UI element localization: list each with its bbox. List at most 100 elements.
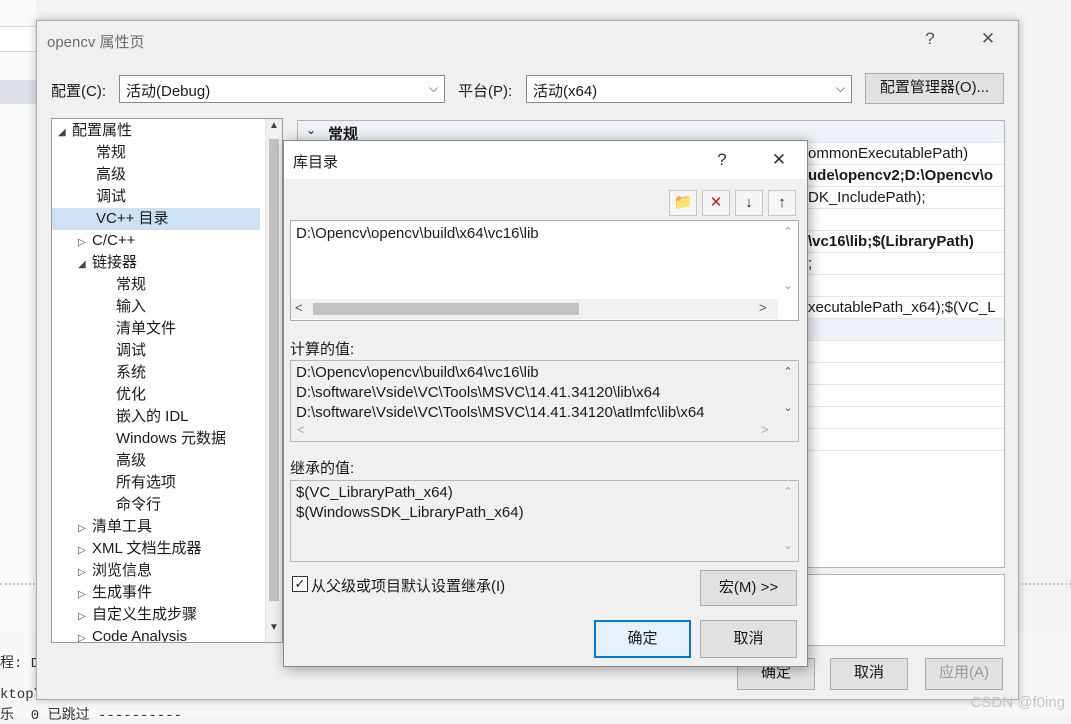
ok-button[interactable]: 确定	[594, 620, 691, 658]
tree-item[interactable]: ▷ C/C++	[52, 230, 264, 252]
expand-icon[interactable]: ▷	[78, 584, 92, 606]
property-tree[interactable]: ◢ 配置属性 常规 高级 调试 VC++ 目录 ▷ C/C++ ◢ 链接器 常规 输入 清单文件 调试 系统…	[51, 118, 283, 643]
inherit-checkbox[interactable]: ✓	[292, 576, 308, 592]
move-down-icon[interactable]: ↓	[735, 190, 763, 216]
tree-item[interactable]: ▷ XML 文档生成器	[52, 538, 264, 560]
scroll-right-icon[interactable]: >	[761, 422, 769, 437]
scroll-up-icon[interactable]: ▲	[269, 120, 279, 131]
close-icon[interactable]: ✕	[973, 29, 1003, 49]
chevron-down-icon: ⌵	[835, 81, 845, 95]
tree-item[interactable]: ▷ Code Analysis	[52, 626, 264, 643]
tree-item[interactable]: 调试	[52, 186, 264, 208]
scroll-thumb[interactable]	[313, 303, 579, 315]
delete-icon[interactable]: ✕	[702, 190, 730, 216]
tree-item[interactable]: 高级	[52, 164, 264, 186]
scroll-down-icon[interactable]: ⌄	[778, 401, 798, 414]
scroll-right-icon[interactable]: >	[759, 300, 767, 315]
inherited-value: $(WindowsSDK_LibraryPath_x64)	[296, 504, 524, 521]
scroll-left-icon[interactable]: <	[297, 422, 305, 437]
tree-item-label: Windows 元数据	[116, 430, 227, 447]
grid-value: ;	[808, 255, 813, 272]
tree-item[interactable]: 调试	[52, 340, 264, 362]
tree-item[interactable]: ▷ 浏览信息	[52, 560, 264, 582]
ide-input-strip	[0, 26, 36, 52]
tree-item-label: 调试	[116, 342, 147, 359]
expand-icon[interactable]: ▷	[78, 562, 92, 584]
collapse-icon[interactable]: ◢	[58, 122, 72, 144]
help-button[interactable]: ?	[915, 29, 945, 49]
inherited-values-label: 继承的值:	[290, 460, 355, 477]
scroll-up-icon[interactable]: ⌃	[778, 225, 798, 238]
tree-item[interactable]: 所有选项	[52, 472, 264, 494]
tree-item[interactable]: ▷ 清单工具	[52, 516, 264, 538]
directory-edit-list[interactable]: D:\Opencv\opencv\build\x64\vc16\lib ⌃ ⌄ …	[290, 220, 799, 321]
config-dropdown[interactable]: 活动(Debug) ⌵	[119, 75, 445, 103]
tree-item[interactable]: 常规	[52, 274, 264, 296]
scroll-up-icon[interactable]: ⌃	[778, 485, 798, 498]
tree-item[interactable]: 常规	[52, 142, 264, 164]
cancel-button[interactable]: 取消	[700, 620, 797, 658]
ide-background	[0, 0, 36, 717]
collapse-icon[interactable]: ◢	[78, 254, 92, 276]
tree-item-label: 配置属性	[72, 122, 133, 139]
tree-item-label: 常规	[116, 276, 147, 293]
horizontal-scrollbar[interactable]: < >	[291, 299, 778, 319]
tree-item[interactable]: ▷ 生成事件	[52, 582, 264, 604]
expand-icon[interactable]: ▷	[78, 232, 92, 254]
scroll-left-icon[interactable]: <	[295, 300, 303, 315]
platform-value: 活动(x64)	[533, 83, 598, 100]
ide-selected-strip	[0, 80, 36, 104]
collapse-icon[interactable]: ⌄	[306, 123, 316, 137]
macro-button[interactable]: 宏(M) >>	[700, 570, 797, 606]
tree-item[interactable]: 系统	[52, 362, 264, 384]
tree-item-label: 嵌入的 IDL	[116, 408, 189, 425]
tree-item[interactable]: 嵌入的 IDL	[52, 406, 264, 428]
inherited-values-list[interactable]: $(VC_LibraryPath_x64) $(WindowsSDK_Librar…	[290, 480, 799, 562]
tree-item-label: 链接器	[92, 254, 138, 271]
scroll-up-icon[interactable]: ⌃	[778, 365, 798, 378]
scroll-thumb[interactable]	[269, 139, 279, 601]
directory-entry[interactable]: D:\Opencv\opencv\build\x64\vc16\lib	[296, 225, 539, 242]
move-up-icon[interactable]: ↑	[768, 190, 796, 216]
close-icon[interactable]: ✕	[764, 150, 794, 170]
expand-icon[interactable]: ▷	[78, 628, 92, 642]
config-value: 活动(Debug)	[126, 83, 211, 100]
grid-value: DK_IncludePath);	[808, 189, 926, 206]
expand-icon[interactable]: ▷	[78, 518, 92, 540]
watermark: CSDN @f0ing	[970, 694, 1065, 711]
computed-values-label: 计算的值:	[290, 341, 355, 358]
output-line: 乐 0 已跳过 ----------	[0, 708, 183, 724]
tree-item-label: Code Analysis	[92, 628, 188, 643]
tree-item-label: VC++ 目录	[96, 210, 169, 227]
tree-item[interactable]: ▷ 自定义生成步骤	[52, 604, 264, 626]
tree-item[interactable]: 清单文件	[52, 318, 264, 340]
window-title: opencv 属性页	[47, 34, 145, 51]
config-manager-button[interactable]: 配置管理器(O)...	[865, 73, 1004, 104]
tree-item-label: 系统	[116, 364, 147, 381]
platform-label: 平台(P):	[458, 83, 513, 100]
apply-button[interactable]: 应用(A)	[925, 658, 1003, 690]
tree-item[interactable]: 优化	[52, 384, 264, 406]
cancel-button[interactable]: 取消	[830, 658, 908, 690]
computed-value: D:\Opencv\opencv\build\x64\vc16\lib	[296, 364, 539, 381]
computed-values-list[interactable]: D:\Opencv\opencv\build\x64\vc16\lib D:\so…	[290, 360, 799, 442]
new-line-icon[interactable]: 📁	[669, 190, 697, 216]
chevron-down-icon: ⌵	[428, 81, 438, 95]
tree-item[interactable]: 高级	[52, 450, 264, 472]
platform-dropdown[interactable]: 活动(x64) ⌵	[526, 75, 852, 103]
expand-icon[interactable]: ▷	[78, 606, 92, 628]
tree-item[interactable]: ◢ 链接器	[52, 252, 264, 274]
tree-item[interactable]: 输入	[52, 296, 264, 318]
tree-item[interactable]: Windows 元数据	[52, 428, 264, 450]
tree-item[interactable]: 命令行	[52, 494, 264, 516]
inherit-checkbox-label[interactable]: 从父级或项目默认设置继承(I)	[311, 575, 505, 596]
tree-item[interactable]: ◢ 配置属性	[52, 120, 264, 142]
scroll-down-icon[interactable]: ⌄	[778, 539, 798, 552]
scroll-down-icon[interactable]: ⌄	[778, 279, 798, 292]
expand-icon[interactable]: ▷	[78, 540, 92, 562]
tree-item[interactable]: VC++ 目录	[52, 208, 260, 230]
tree-scrollbar[interactable]: ▲ ▼	[265, 119, 282, 642]
scroll-down-icon[interactable]: ▼	[269, 622, 279, 633]
grid-value: \vc16\lib;$(LibraryPath)	[808, 233, 974, 250]
help-button[interactable]: ?	[707, 150, 737, 170]
